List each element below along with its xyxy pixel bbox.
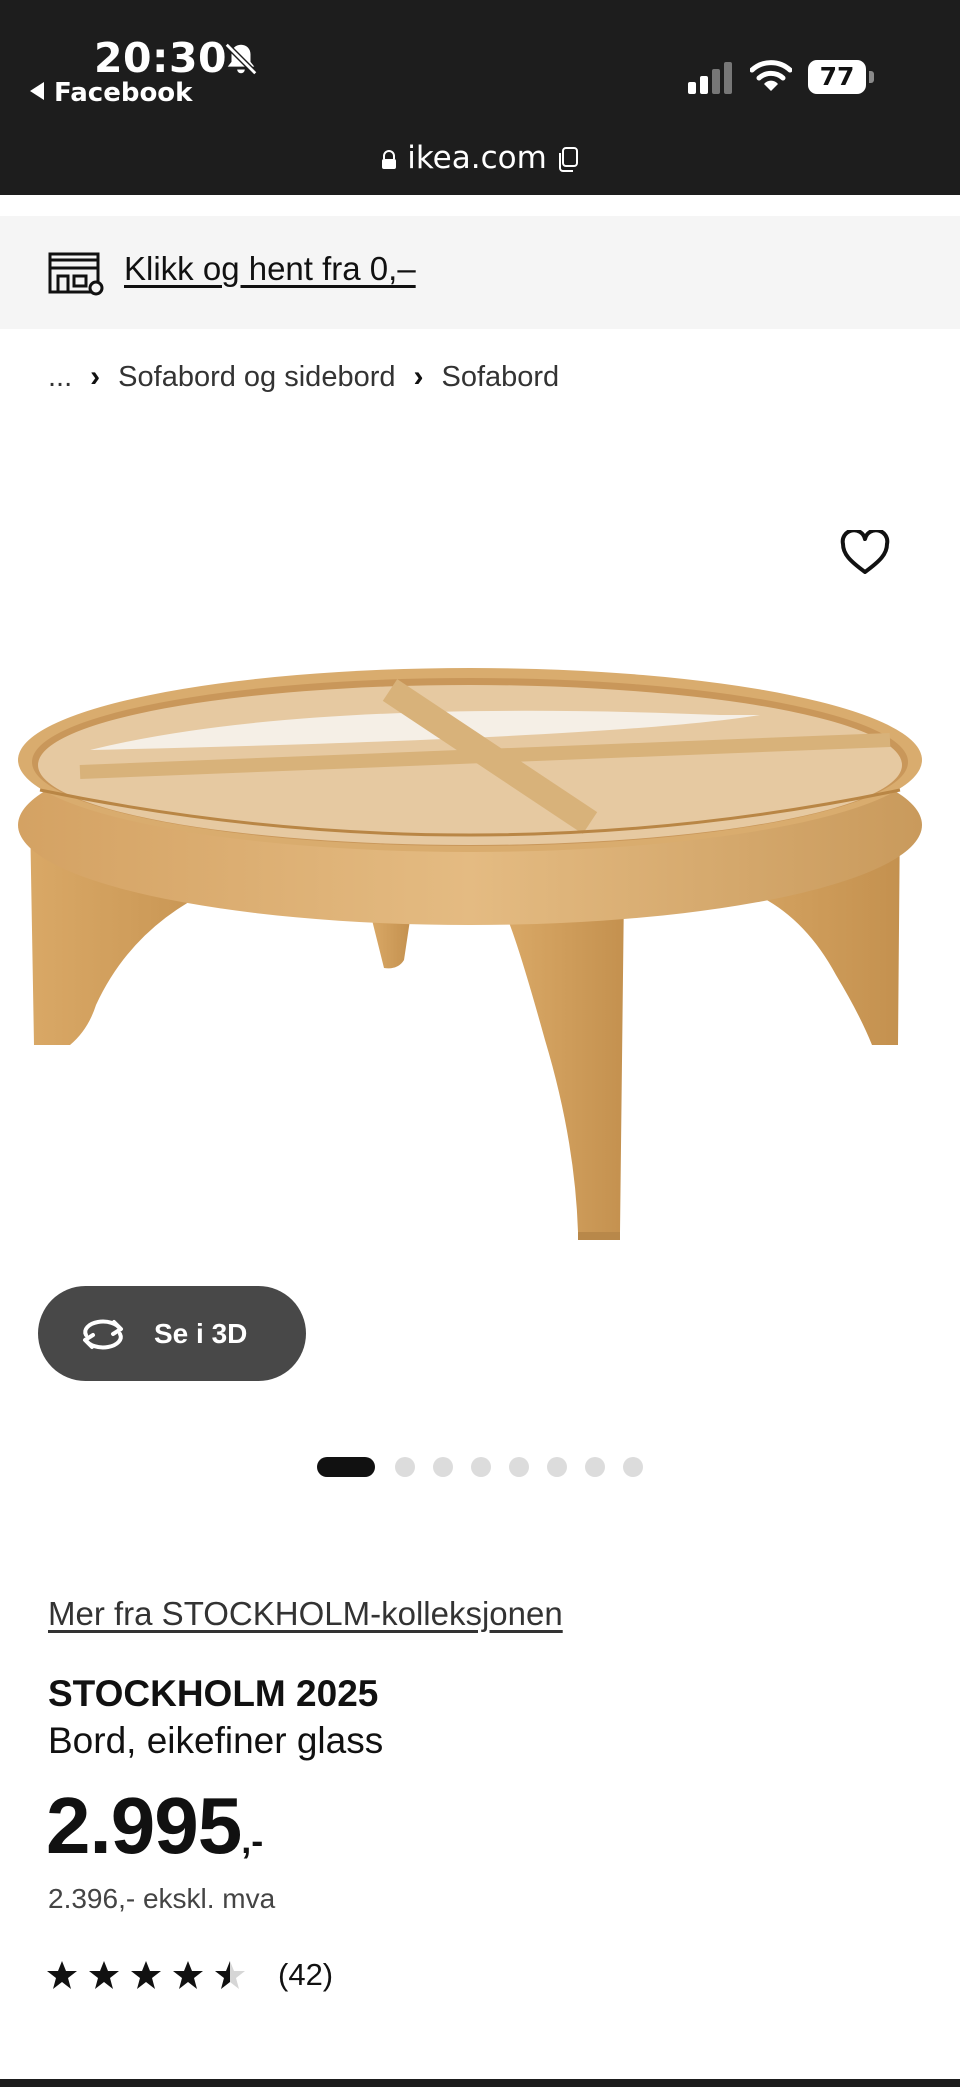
breadcrumb-item-coffee-side-tables[interactable]: Sofabord og sidebord (118, 361, 395, 394)
price-ex-vat: 2.396,- ekskl. mva (48, 1883, 276, 1914)
store-pickup-icon (48, 252, 104, 296)
battery-level: 77 (808, 60, 866, 94)
status-time: 20:30 (94, 34, 228, 82)
wifi-icon (750, 60, 792, 91)
breadcrumb-ellipsis[interactable]: ... (48, 361, 72, 394)
price-suffix: ,- (241, 1820, 264, 1861)
rotate-3d-icon (83, 1319, 123, 1349)
carousel-dot[interactable] (585, 1457, 605, 1477)
chevron-right-icon: › (90, 360, 101, 393)
carousel-dot[interactable] (395, 1457, 415, 1477)
breadcrumb-item-coffee-tables[interactable]: Sofabord (441, 361, 559, 394)
product-image[interactable] (0, 620, 960, 1280)
bell-muted-icon (224, 42, 258, 76)
product-name: STOCKHOLM 2025 (48, 1673, 379, 1714)
back-to-app-button[interactable]: Facebook (30, 78, 192, 108)
view-in-3d-button[interactable]: Se i 3D (38, 1286, 306, 1381)
lock-icon (382, 149, 397, 169)
carousel-dot[interactable] (509, 1457, 529, 1477)
click-collect-link[interactable]: Klikk og hent fra 0,– (124, 250, 416, 288)
back-arrow-icon (30, 82, 44, 100)
back-app-label: Facebook (54, 78, 193, 108)
view-in-3d-label: Se i 3D (154, 1317, 248, 1349)
collection-link[interactable]: Mer fra STOCKHOLM-kolleksjonen (48, 1595, 563, 1633)
price-value: 2.995 (46, 1781, 242, 1870)
signal-icon (688, 62, 732, 94)
status-bar: 20:30 Facebook 77 ikea.com (0, 0, 960, 195)
bottom-edge (0, 2079, 960, 2087)
click-collect-banner: Klikk og hent fra 0,– (0, 216, 960, 329)
carousel-dot[interactable] (547, 1457, 567, 1477)
carousel-dot[interactable] (433, 1457, 453, 1477)
star-icon (89, 1961, 119, 1989)
copy-icon[interactable] (557, 146, 579, 173)
heart-icon[interactable] (840, 530, 890, 576)
star-icon (131, 1961, 161, 1989)
chevron-right-icon: › (413, 360, 424, 393)
rating-stars[interactable]: (42) (46, 1957, 333, 1993)
carousel-dot[interactable] (471, 1457, 491, 1477)
image-carousel-indicator (317, 1457, 661, 1477)
star-half-icon (215, 1961, 245, 1989)
review-count[interactable]: (42) (278, 1957, 333, 1993)
carousel-dot[interactable] (623, 1457, 643, 1477)
carousel-dot[interactable] (317, 1457, 375, 1477)
product-description: Bord, eikefiner glass (48, 1720, 384, 1761)
star-icon (47, 1961, 77, 1989)
url-text: ikea.com (407, 140, 547, 176)
battery-icon: 77 (808, 60, 878, 94)
product-price: 2.995,- (46, 1780, 263, 1872)
star-icon (173, 1961, 203, 1989)
url-bar[interactable]: ikea.com (0, 140, 960, 176)
breadcrumb: ... › Sofabord og sidebord › Sofabord (48, 360, 559, 394)
